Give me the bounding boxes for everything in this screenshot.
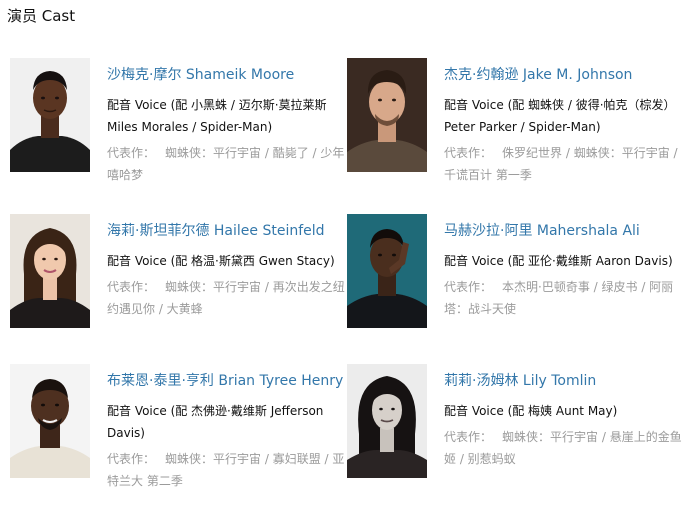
cast-card-brian-tyree-henry: 布莱恩·泰里·亨利 Brian Tyree Henry 配音 Voice (配 … [7, 364, 347, 504]
actor-name-link[interactable]: 马赫沙拉·阿里 Mahershala Ali [444, 219, 682, 243]
works-label: 代表作： [444, 280, 493, 294]
actor-photo-image [10, 364, 90, 478]
actor-works: 代表作： 蜘蛛侠：平行宇宙 / 寡妇联盟 / 亚特兰大 第二季 [107, 448, 345, 492]
actor-photo[interactable] [347, 58, 427, 172]
works-label: 代表作： [444, 430, 493, 444]
actor-photo-image [347, 214, 427, 328]
actor-name-link[interactable]: 莉莉·汤姆林 Lily Tomlin [444, 369, 682, 393]
works-label: 代表作： [107, 146, 156, 160]
works-label: 代表作： [444, 146, 493, 160]
actor-role: 配音 Voice (配 蜘蛛侠 / 彼得·帕克（棕发） Peter Parker… [444, 98, 676, 134]
actor-name-link[interactable]: 沙梅克·摩尔 Shameik Moore [107, 63, 345, 87]
works-label: 代表作： [107, 280, 156, 294]
actor-photo[interactable] [347, 364, 427, 478]
works-label: 代表作： [107, 452, 156, 466]
actor-photo[interactable] [10, 364, 90, 478]
actor-role: 配音 Voice (配 小黑蛛 / 迈尔斯·莫拉莱斯 Miles Morales… [107, 98, 327, 134]
cast-card-hailee-steinfeld: 海莉·斯坦菲尔德 Hailee Steinfeld 配音 Voice (配 格温… [7, 214, 347, 354]
actor-photo[interactable] [347, 214, 427, 328]
cast-card-shameik-moore: 沙梅克·摩尔 Shameik Moore 配音 Voice (配 小黑蛛 / 迈… [7, 58, 347, 198]
actor-role: 配音 Voice (配 格温·斯黛西 Gwen Stacy) [107, 254, 335, 268]
cast-card-jake-johnson: 杰克·约翰逊 Jake M. Johnson 配音 Voice (配 蜘蛛侠 /… [344, 58, 684, 198]
actor-photo-image [10, 58, 90, 172]
actor-photo-image [347, 58, 427, 172]
actor-role: 配音 Voice (配 亚伦·戴维斯 Aaron Davis) [444, 254, 673, 268]
actor-works: 代表作： 侏罗纪世界 / 蜘蛛侠：平行宇宙 / 千谎百计 第一季 [444, 142, 682, 186]
actor-role: 配音 Voice (配 梅姨 Aunt May) [444, 404, 618, 418]
actor-name-link[interactable]: 杰克·约翰逊 Jake M. Johnson [444, 63, 682, 87]
cast-card-mahershala-ali: 马赫沙拉·阿里 Mahershala Ali 配音 Voice (配 亚伦·戴维… [344, 214, 684, 354]
actor-photo[interactable] [10, 214, 90, 328]
actor-role: 配音 Voice (配 杰佛逊·戴维斯 Jefferson Davis) [107, 404, 324, 440]
section-title: 演员 Cast [7, 7, 76, 25]
cast-card-lily-tomlin: 莉莉·汤姆林 Lily Tomlin 配音 Voice (配 梅姨 Aunt M… [344, 364, 684, 504]
actor-name-link[interactable]: 布莱恩·泰里·亨利 Brian Tyree Henry [107, 369, 345, 393]
actor-photo-image [347, 364, 427, 478]
actor-name-link[interactable]: 海莉·斯坦菲尔德 Hailee Steinfeld [107, 219, 345, 243]
actor-works: 代表作： 本杰明·巴顿奇事 / 绿皮书 / 阿丽塔：战斗天使 [444, 276, 682, 320]
actor-works: 代表作： 蜘蛛侠：平行宇宙 / 再次出发之纽约遇见你 / 大黄蜂 [107, 276, 345, 320]
actor-works: 代表作： 蜘蛛侠：平行宇宙 / 酷毙了 / 少年嘻哈梦 [107, 142, 345, 186]
actor-photo[interactable] [10, 58, 90, 172]
actor-photo-image [10, 214, 90, 328]
actor-works: 代表作： 蜘蛛侠：平行宇宙 / 悬崖上的金鱼姬 / 别惹蚂蚁 [444, 426, 682, 470]
